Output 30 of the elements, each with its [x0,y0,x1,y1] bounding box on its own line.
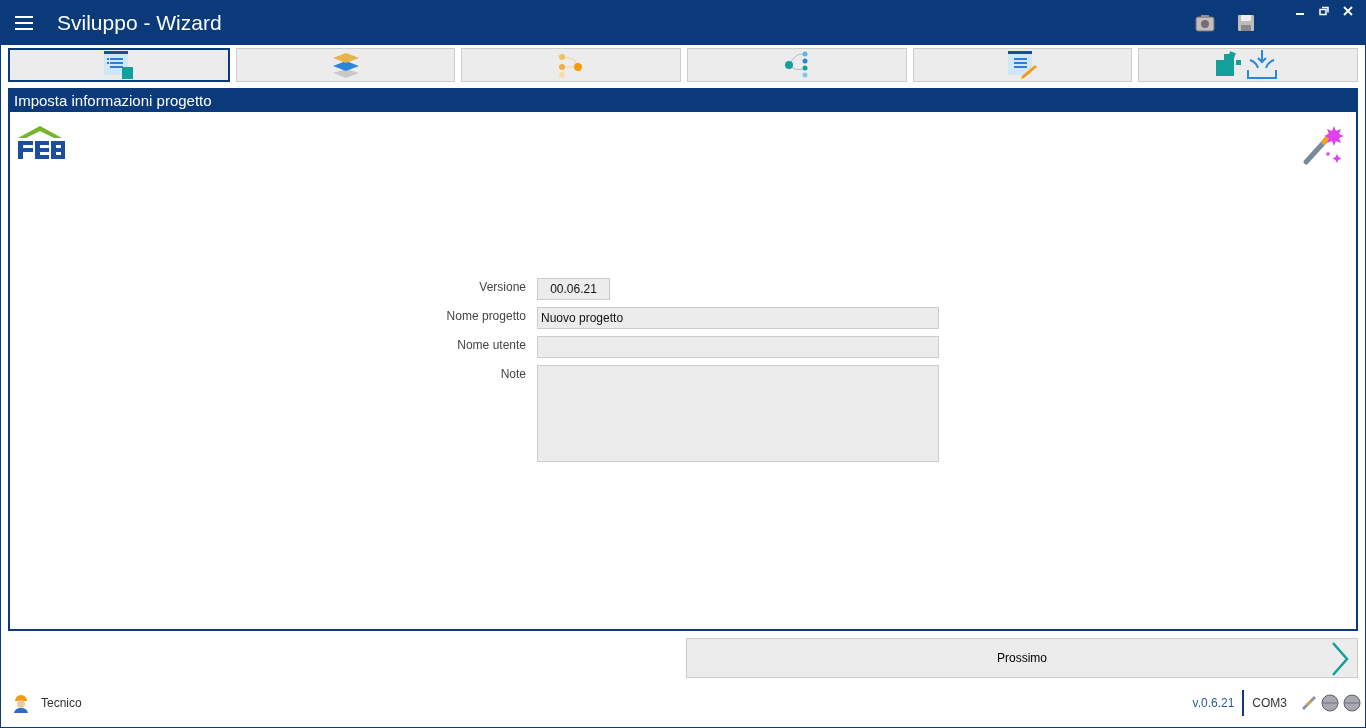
version-text: v.0.6.21 [1192,689,1245,716]
document-edit-icon [1007,51,1038,79]
field-label: Nome progetto [445,308,526,323]
field-label: Note [499,366,526,381]
status-light-icon [1343,693,1361,712]
magic-wand-icon[interactable] [1302,126,1344,166]
restore-icon[interactable] [1319,6,1329,16]
status-light-icon [1321,693,1339,712]
user-role: Tecnico [41,695,82,710]
house-logo-icon [18,126,68,160]
step-tab[interactable] [8,48,230,82]
document-list-icon [103,51,134,79]
field-label: Versione [478,279,526,294]
save-icon[interactable] [1237,13,1255,32]
layers-icon [331,52,360,78]
panel-title: Imposta informazioni progetto [10,88,1356,112]
version-field[interactable]: 00.06.21 [537,278,610,300]
input-field[interactable] [537,336,939,358]
close-icon[interactable] [1343,6,1353,16]
next-button[interactable]: Prossimo [686,638,1358,678]
menu-icon[interactable] [15,15,33,30]
plug-icon [1301,694,1317,711]
window-title: Sviluppo - Wizard [57,10,222,35]
port-label: COM3 [1251,695,1288,710]
field-label: Nome utente [456,337,526,352]
notes-field[interactable] [537,365,939,462]
chevron-right-icon [1331,642,1349,676]
camera-icon[interactable] [1195,13,1215,32]
worker-icon [12,692,30,713]
input-field[interactable]: Nuovo progetto [537,307,939,329]
